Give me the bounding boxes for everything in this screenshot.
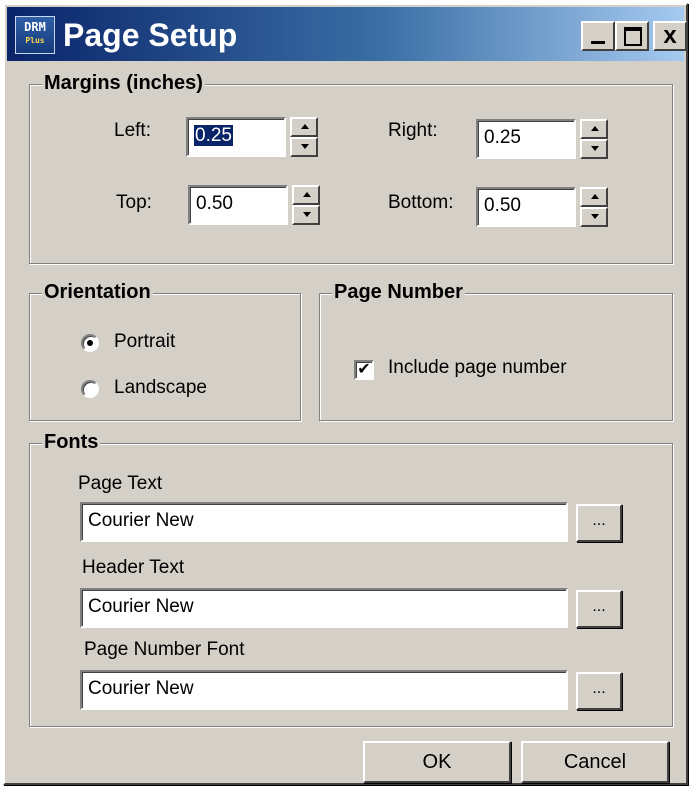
top-margin-down-button[interactable] bbox=[292, 205, 320, 225]
header-text-browse-button[interactable]: ... bbox=[576, 590, 622, 628]
page-text-browse-button[interactable]: ... bbox=[576, 504, 622, 542]
page-number-legend: Page Number bbox=[332, 280, 465, 304]
cancel-button[interactable]: Cancel bbox=[521, 741, 669, 783]
page-number-font-browse-button[interactable]: ... bbox=[576, 672, 622, 710]
left-margin-input[interactable]: 0.25 bbox=[186, 117, 286, 157]
window-title: Page Setup bbox=[63, 17, 238, 53]
margins-legend: Margins (inches) bbox=[42, 71, 205, 95]
orientation-group: Orientation Portrait Landscape bbox=[29, 280, 301, 421]
bottom-margin-input[interactable]: 0.50 bbox=[476, 187, 576, 227]
ok-button[interactable]: OK bbox=[363, 741, 511, 783]
top-margin-up-button[interactable] bbox=[292, 185, 320, 205]
app-icon-subtext: Plus bbox=[25, 36, 45, 45]
maximize-button[interactable] bbox=[615, 21, 649, 51]
left-label: Left: bbox=[114, 120, 151, 141]
bottom-margin-up-button[interactable] bbox=[580, 187, 608, 207]
top-margin-spinner bbox=[292, 185, 320, 225]
page-number-group: Page Number ✔ Include page number bbox=[319, 280, 673, 421]
header-text-font-field[interactable]: Courier New bbox=[80, 588, 568, 628]
left-margin-up-button[interactable] bbox=[290, 117, 318, 137]
page-number-font-field[interactable]: Courier New bbox=[80, 670, 568, 710]
right-label: Right: bbox=[388, 120, 438, 141]
app-icon-text: DRM bbox=[24, 20, 46, 34]
left-margin-value: 0.25 bbox=[194, 125, 233, 146]
right-margin-down-button[interactable] bbox=[580, 139, 608, 159]
close-icon: x bbox=[663, 22, 677, 49]
top-label: Top: bbox=[116, 192, 152, 213]
page-number-font-label: Page Number Font bbox=[84, 639, 245, 660]
page-text-label: Page Text bbox=[78, 473, 163, 494]
landscape-label[interactable]: Landscape bbox=[114, 376, 207, 400]
bottom-label: Bottom: bbox=[388, 192, 454, 213]
minimize-button[interactable] bbox=[581, 21, 615, 51]
close-button[interactable]: x bbox=[653, 21, 687, 51]
page-text-font-field[interactable]: Courier New bbox=[80, 502, 568, 542]
right-margin-up-button[interactable] bbox=[580, 119, 608, 139]
bottom-margin-down-button[interactable] bbox=[580, 207, 608, 227]
header-text-label: Header Text bbox=[82, 557, 185, 578]
left-margin-down-button[interactable] bbox=[290, 137, 318, 157]
title-bar[interactable]: DRM Plus Page Setup x bbox=[7, 7, 687, 61]
bottom-margin-spinner bbox=[580, 187, 608, 227]
include-page-number-checkbox[interactable]: ✔ bbox=[354, 360, 374, 380]
page-setup-dialog: DRM Plus Page Setup x Margins (inches) L… bbox=[3, 3, 688, 785]
portrait-radio[interactable] bbox=[81, 334, 99, 352]
margins-group: Margins (inches) Left: 0.25 Right: 0.25 … bbox=[29, 71, 673, 264]
right-margin-input[interactable]: 0.25 bbox=[476, 119, 576, 159]
include-page-number-label[interactable]: Include page number bbox=[388, 356, 567, 380]
fonts-legend: Fonts bbox=[42, 430, 101, 454]
fonts-group: Fonts Page Text Courier New ... Header T… bbox=[29, 430, 673, 727]
left-margin-spinner bbox=[290, 117, 318, 157]
app-icon: DRM Plus bbox=[15, 16, 55, 54]
landscape-radio[interactable] bbox=[81, 380, 99, 398]
portrait-label[interactable]: Portrait bbox=[114, 330, 175, 354]
top-margin-input[interactable]: 0.50 bbox=[188, 185, 288, 225]
orientation-legend: Orientation bbox=[42, 280, 153, 304]
right-margin-spinner bbox=[580, 119, 608, 159]
